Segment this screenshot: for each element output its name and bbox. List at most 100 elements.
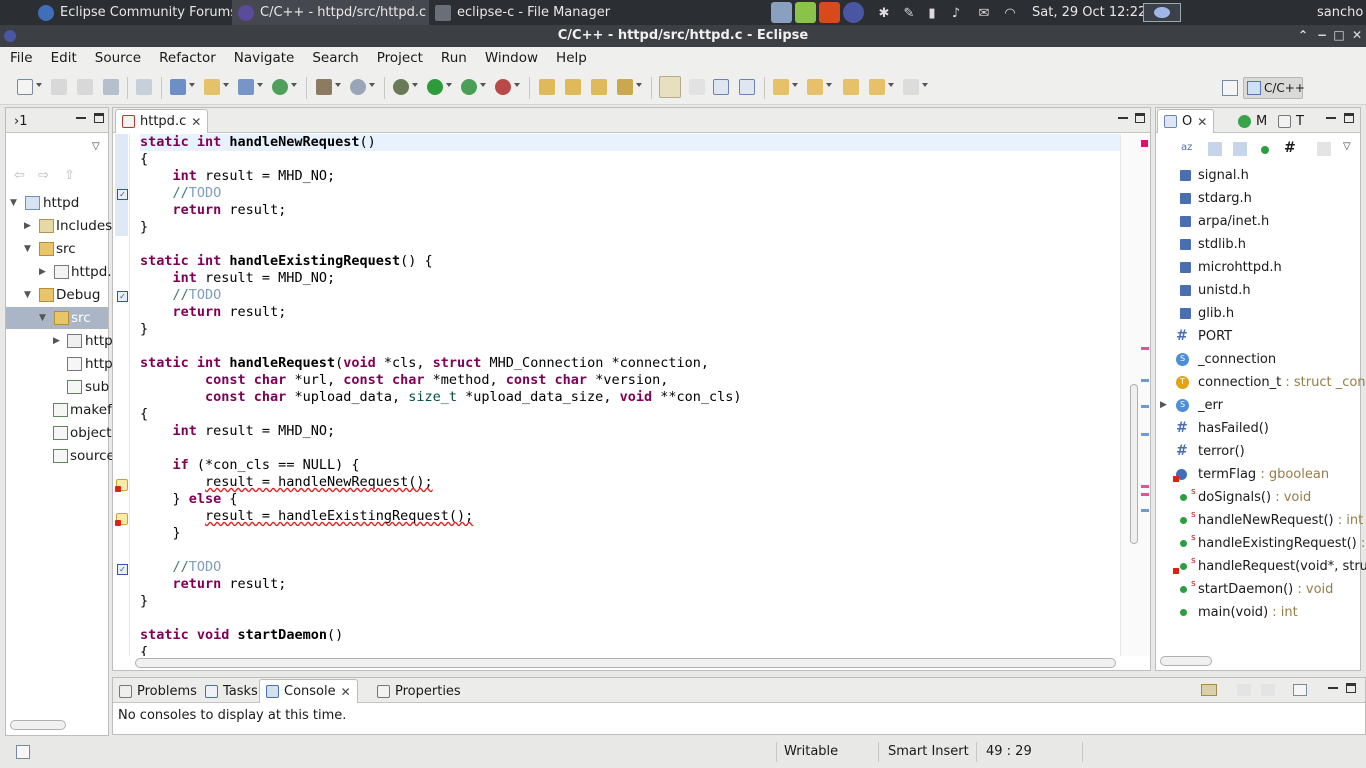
tree-item-makefile[interactable]: makef <box>6 399 112 421</box>
nav-forward-icon[interactable]: ⇨ <box>38 168 49 183</box>
outline-item[interactable]: # hasFailed() <box>1156 417 1360 440</box>
fast-view-icon[interactable] <box>16 745 30 759</box>
explorer-hscroll[interactable] <box>10 720 66 730</box>
collapsed-icon[interactable]: ▶ <box>24 215 31 237</box>
run-icon[interactable] <box>427 79 443 95</box>
new-console-icon[interactable] <box>1293 684 1307 696</box>
code-line[interactable]: { <box>140 644 1120 656</box>
task-marker-icon[interactable]: ✓ <box>117 291 128 302</box>
code-line[interactable]: //TODO <box>140 185 1120 202</box>
perspective-c-cpp-button[interactable]: C/C++ <box>1243 77 1305 99</box>
collapsed-icon[interactable]: ▶ <box>39 261 46 283</box>
minimize-icon[interactable] <box>1326 113 1336 119</box>
code-line[interactable]: return result; <box>140 202 1120 219</box>
menu-edit[interactable]: Edit <box>41 47 85 69</box>
overview-ruler[interactable] <box>1120 134 1150 656</box>
code-line[interactable]: static void startDaemon() <box>140 627 1120 644</box>
editor-ruler[interactable]: ✓ ✓ ✓ <box>113 134 130 656</box>
build-config-icon[interactable] <box>136 79 152 95</box>
wifi-icon[interactable]: ◠ <box>1000 4 1020 22</box>
hide-nonpublic-icon[interactable] <box>1261 146 1269 154</box>
tree-item-includes[interactable]: ▶ Includes <box>6 215 112 237</box>
profile-icon[interactable] <box>495 79 511 95</box>
eclipse-launcher-icon[interactable] <box>843 2 864 23</box>
menu-file[interactable]: File <box>0 47 41 69</box>
outline-item[interactable]: stdarg.h <box>1156 187 1360 210</box>
maximize-icon[interactable] <box>1135 113 1145 123</box>
new-icon[interactable] <box>17 79 33 95</box>
outline-item[interactable]: S _connection <box>1156 348 1360 371</box>
outline-item[interactable]: s handleRequest(void*, struc <box>1156 555 1366 578</box>
outline-item[interactable]: T connection_t : struct _conn <box>1156 371 1366 394</box>
outline-item[interactable]: stdlib.h <box>1156 233 1360 256</box>
code-line[interactable]: static int handleNewRequest() <box>140 134 1120 151</box>
tree-item-debug[interactable]: ▼ Debug <box>6 284 108 306</box>
console-select-icon[interactable] <box>1261 684 1275 696</box>
code-line[interactable]: const char *upload_data, size_t *upload_… <box>140 389 1120 406</box>
open-type-icon[interactable] <box>539 79 555 95</box>
task-mark[interactable] <box>1141 379 1149 382</box>
expanded-icon[interactable]: ▼ <box>24 284 31 306</box>
task-browser[interactable]: Eclipse Community Forums... <box>32 0 232 25</box>
run-external-icon[interactable] <box>461 79 477 95</box>
hide-macros-icon[interactable]: # <box>1284 140 1296 156</box>
editor-vertical-scrollbar[interactable] <box>1130 384 1138 544</box>
open-folder-icon[interactable] <box>591 79 607 95</box>
code-line[interactable]: } else { <box>140 491 1120 508</box>
code-line[interactable]: } <box>140 219 1120 236</box>
window-minimize-icon[interactable]: − <box>1315 28 1329 42</box>
tab-type-hierarchy[interactable]: T <box>1272 109 1310 133</box>
print-icon[interactable] <box>103 79 119 95</box>
outline-item[interactable]: arpa/inet.h <box>1156 210 1360 233</box>
outline-item[interactable]: unistd.h <box>1156 279 1360 302</box>
build-settings-icon[interactable] <box>350 79 366 95</box>
code-line[interactable]: { <box>140 151 1120 168</box>
code-line[interactable]: //TODO <box>140 559 1120 576</box>
pin-console-icon[interactable] <box>1237 684 1251 696</box>
view-menu-icon[interactable]: ▽ <box>92 141 100 152</box>
tab-properties[interactable]: Properties <box>371 679 467 703</box>
tree-item-objects-mk[interactable]: object <box>6 422 112 444</box>
outline-item[interactable]: # PORT <box>1156 325 1360 348</box>
code-line[interactable]: static int handleExistingRequest() { <box>140 253 1120 270</box>
close-icon[interactable]: ✕ <box>1197 115 1207 129</box>
mail-icon[interactable]: ✉ <box>975 4 993 22</box>
workspace-switcher[interactable] <box>1143 3 1181 22</box>
error-indicator-icon[interactable] <box>1141 140 1148 147</box>
forward-icon[interactable] <box>903 79 919 95</box>
build-hammer-icon[interactable] <box>316 79 332 95</box>
minimize-icon[interactable] <box>76 113 86 119</box>
menu-search[interactable]: Search <box>302 47 366 69</box>
paragraph-icon[interactable] <box>739 79 755 95</box>
code-line[interactable] <box>140 542 1120 559</box>
search-icon[interactable] <box>617 79 633 95</box>
error-mark[interactable] <box>1141 493 1149 496</box>
expanded-icon[interactable]: ▼ <box>10 192 17 214</box>
error-mark[interactable] <box>1141 347 1149 350</box>
code-line[interactable]: int result = MHD_NO; <box>140 270 1120 287</box>
menu-navigate[interactable]: Navigate <box>224 47 303 69</box>
code-area[interactable]: static int handleNewRequest(){ int resul… <box>140 134 1120 656</box>
notes-icon[interactable]: ✎ <box>901 4 917 22</box>
task-file-manager[interactable]: eclipse-c - File Manager <box>429 0 629 25</box>
outline-hscroll[interactable] <box>1160 656 1212 666</box>
code-line[interactable]: const char *url, const char *method, con… <box>140 372 1120 389</box>
nav-back-icon[interactable]: ⇦ <box>14 168 25 183</box>
error-marker-icon[interactable] <box>115 479 128 492</box>
battery-icon[interactable]: ▮ <box>925 4 939 22</box>
tab-outline[interactable]: O ✕ <box>1157 109 1215 133</box>
toggle-highlight-icon[interactable] <box>689 79 705 95</box>
tree-item-httpd-c[interactable]: ▶ httpd. <box>6 261 112 283</box>
expanded-icon[interactable]: ▼ <box>39 307 46 329</box>
code-line[interactable]: return result; <box>140 576 1120 593</box>
tab-tasks[interactable]: Tasks <box>199 679 264 703</box>
clock[interactable]: Sat, 29 Oct 12:22 <box>1032 0 1146 25</box>
maximize-icon[interactable] <box>94 113 104 123</box>
outline-item[interactable]: main(void) : int <box>1156 601 1360 624</box>
tab-make-targets[interactable]: M <box>1232 109 1273 133</box>
error-mark[interactable] <box>1141 485 1149 488</box>
sort-icon[interactable]: az <box>1181 142 1195 156</box>
outline-item[interactable]: termFlag : gboolean <box>1156 463 1360 486</box>
code-line[interactable]: } <box>140 525 1120 542</box>
task-mark[interactable] <box>1141 433 1149 436</box>
